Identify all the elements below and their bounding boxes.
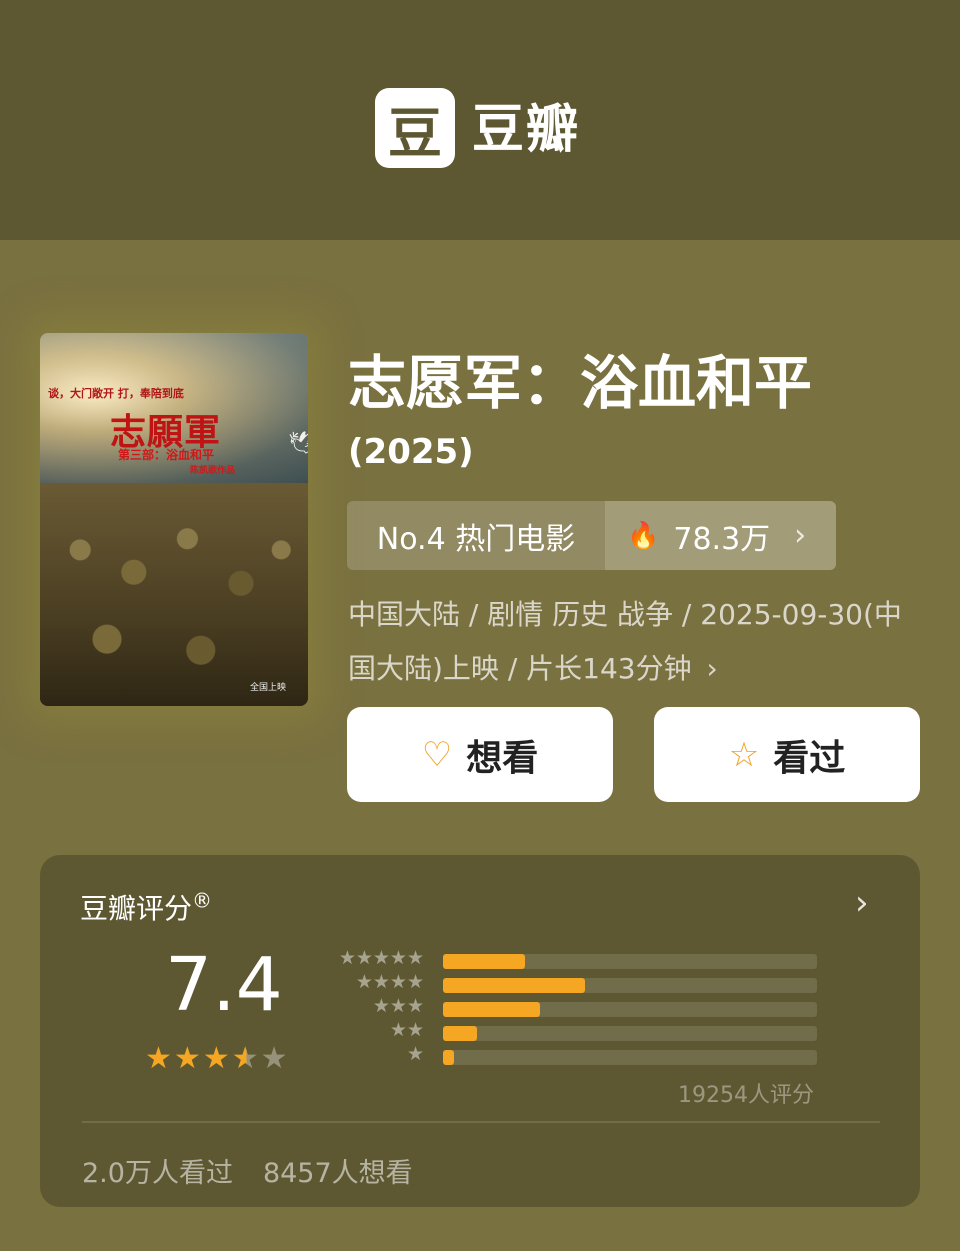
star-icon: ★ xyxy=(145,1041,174,1076)
movie-poster[interactable]: 谈，大门敞开 打，奉陪到底 志願軍 第三部：浴血和平 陈凯歌作品 🕊 全国上映 xyxy=(40,333,308,706)
rating-score: 7.4 xyxy=(165,942,283,1028)
seen-count[interactable]: 2.0万人看过 xyxy=(82,1158,233,1189)
rating-stars: ★★★★★ xyxy=(145,1041,290,1076)
meta-text: 中国大陆 / 剧情 历史 战争 / 2025-09-30(中国大陆)上映 / 片… xyxy=(348,598,902,685)
fire-icon: 🔥 xyxy=(627,520,660,551)
distribution-track xyxy=(443,1026,817,1041)
chevron-right-icon[interactable]: › xyxy=(855,883,869,923)
poster-tagline: 谈，大门敞开 打，奉陪到底 xyxy=(48,387,184,400)
logo-char: 豆 xyxy=(388,101,442,165)
star-icon: ★ xyxy=(202,1041,232,1076)
poster-release: 全国上映 xyxy=(250,683,287,693)
douban-logo-icon: 豆 xyxy=(375,88,455,168)
distribution-row: ★★ xyxy=(330,1019,820,1041)
star-icon: ★ xyxy=(260,1041,290,1076)
distribution-stars-label: ★★★ xyxy=(372,995,424,1017)
heart-plus-icon: ♡ xyxy=(421,734,453,775)
distribution-bar xyxy=(443,1026,477,1041)
poster-director: 陈凯歌作品 xyxy=(190,466,236,476)
heat-value: 78.3万 xyxy=(673,521,771,557)
seen-label: 看过 xyxy=(773,737,846,779)
movie-title: 志愿军：浴血和平 xyxy=(348,349,813,417)
app-header: 豆 豆瓣 xyxy=(0,0,960,240)
distribution-bar xyxy=(443,1050,455,1065)
rank-label[interactable]: No.4 热门电影 xyxy=(347,501,605,570)
want-label: 想看 xyxy=(466,737,539,779)
distribution-track xyxy=(443,1050,817,1065)
rating-label-text: 豆瓣评分 xyxy=(80,892,193,925)
movie-year: (2025) xyxy=(348,432,474,472)
chevron-right-icon: › xyxy=(697,652,718,685)
want-count[interactable]: 8457人想看 xyxy=(263,1158,413,1189)
dove-icon: 🕊 xyxy=(288,431,308,456)
star-icon: ★ xyxy=(173,1041,203,1076)
poster-subtitle: 第三部：浴血和平 xyxy=(118,448,215,462)
distribution-stars-label: ★★★★ xyxy=(355,971,424,993)
distribution-row: ★ xyxy=(330,1043,820,1065)
rating-label: 豆瓣评分® xyxy=(80,887,212,927)
distribution-bar xyxy=(443,954,526,969)
heat-section[interactable]: 🔥 78.3万 › xyxy=(605,501,836,570)
star-icon: ★ xyxy=(231,1041,261,1076)
rating-card[interactable]: 豆瓣评分® › 7.4 ★★★★★ ★★★★★ ★★★★ ★★★ ★★ ★ 19254人… xyxy=(40,855,920,1207)
distribution-row: ★★★★★ xyxy=(330,947,820,969)
star-outline-icon: ☆ xyxy=(728,734,760,775)
watched-button[interactable]: ☆ 看过 xyxy=(654,707,920,802)
rank-pill[interactable]: No.4 热门电影 🔥 78.3万 › xyxy=(347,501,836,570)
distribution-track xyxy=(443,978,817,993)
watch-stats: 2.0万人看过 8457人想看 xyxy=(82,1151,413,1190)
distribution-track xyxy=(443,954,817,969)
chevron-right-icon: › xyxy=(794,518,807,553)
distribution-row: ★★★ xyxy=(330,995,820,1017)
distribution-stars-label: ★★ xyxy=(389,1019,424,1041)
distribution-row: ★★★★ xyxy=(330,971,820,993)
distribution-track xyxy=(443,1002,817,1017)
distribution-stars-label: ★ xyxy=(406,1043,424,1065)
poster-crowd xyxy=(40,483,308,706)
rating-count: 19254人评分 xyxy=(678,1083,814,1108)
brand-name: 豆瓣 xyxy=(472,100,581,160)
want-to-watch-button[interactable]: ♡ 想看 xyxy=(347,707,613,802)
distribution-bar xyxy=(443,1002,541,1017)
divider xyxy=(82,1121,880,1123)
movie-meta[interactable]: 中国大陆 / 剧情 历史 战争 / 2025-09-30(中国大陆)上映 / 片… xyxy=(348,588,918,696)
distribution-bar xyxy=(443,978,586,993)
distribution-stars-label: ★★★★★ xyxy=(338,947,424,969)
registered-mark: ® xyxy=(192,888,213,913)
